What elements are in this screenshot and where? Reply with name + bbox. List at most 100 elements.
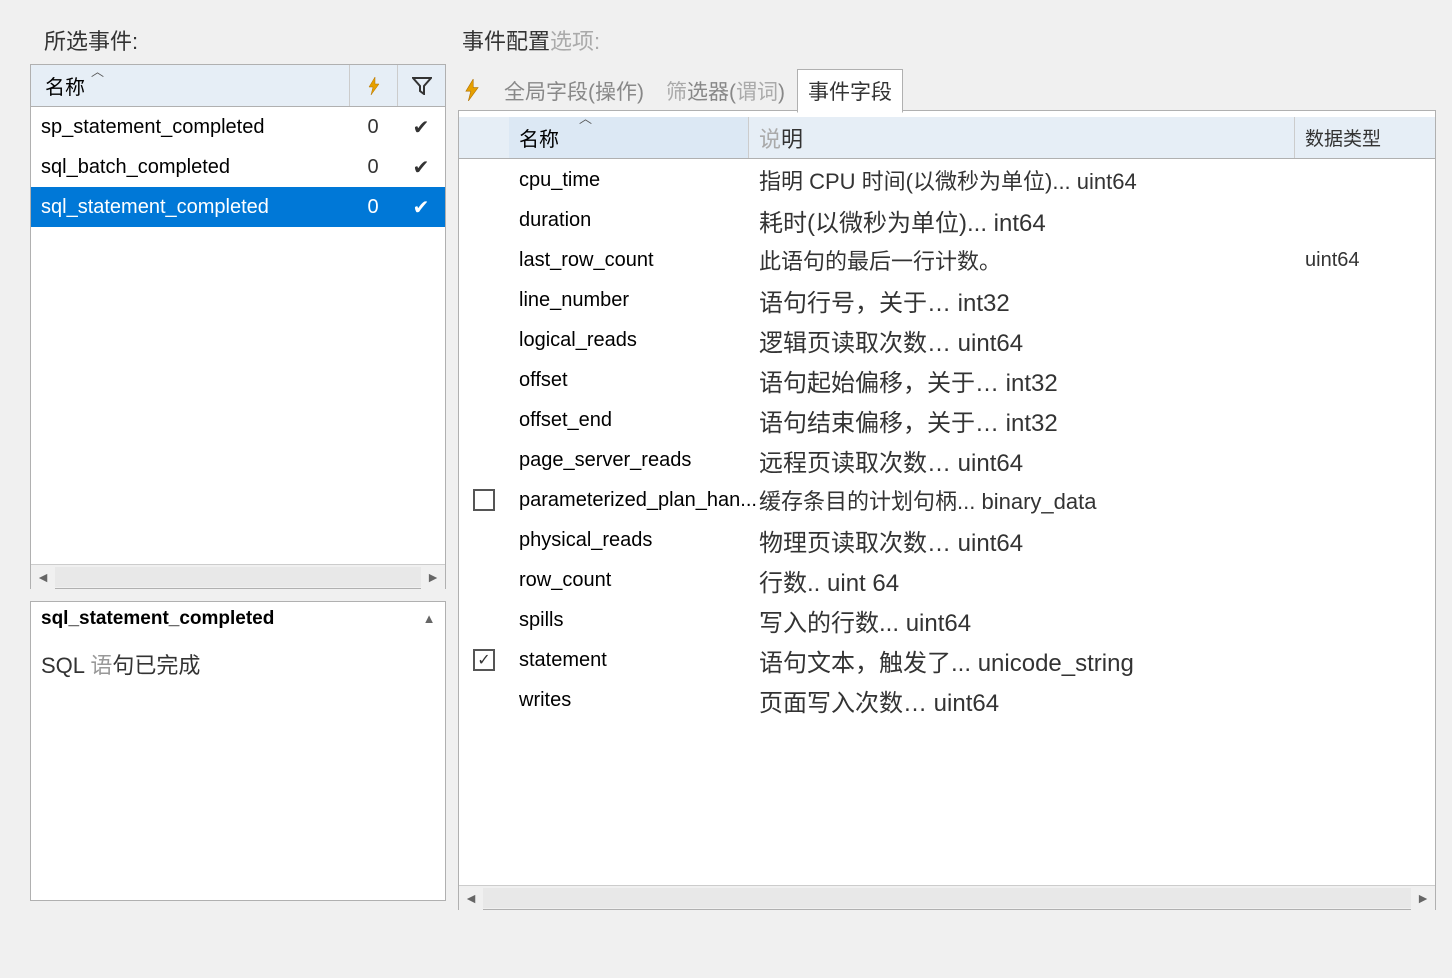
selected-events-title: 所选事件: [44, 24, 446, 56]
scroll-right-icon[interactable]: ► [1411, 886, 1435, 910]
event-count: 0 [349, 116, 397, 139]
field-desc-text: 语句行号，关于… [759, 290, 951, 317]
field-desc: 页面写入次数… uint64 [749, 683, 1295, 718]
tab-filter[interactable]: 筛选器(谓词) [656, 70, 795, 112]
field-name: logical_reads [509, 329, 749, 352]
field-desc: 远程页读取次数… uint64 [749, 443, 1295, 478]
field-desc: 行数.. uint 64 [749, 563, 1295, 598]
event-row[interactable]: sql_batch_completed 0 ✔ [31, 147, 445, 187]
field-row[interactable]: page_server_reads远程页读取次数… uint64 [459, 439, 1435, 479]
field-type-inline: int32 [1006, 370, 1058, 397]
field-name: parameterized_plan_han... [509, 489, 749, 512]
fields-header-desc[interactable]: 说明 [749, 117, 1295, 158]
scroll-up-icon[interactable]: ▲ [417, 606, 441, 630]
field-desc: 语句文本，触发了... unicode_string [749, 643, 1295, 678]
field-type-inline: uint64 [958, 530, 1023, 557]
field-desc: 语句结束偏移，关于… int32 [749, 403, 1295, 438]
field-row[interactable]: parameterized_plan_han...缓存条目的计划句柄... bi… [459, 479, 1435, 519]
field-desc-text: 物理页读取次数… [759, 530, 951, 557]
tab-global-fields[interactable]: 全局字段(操作) [494, 70, 654, 112]
field-checkbox-cell[interactable] [459, 489, 509, 511]
fields-header-name[interactable]: ︿ 名称 [509, 117, 749, 158]
tab-text: 筛 [666, 81, 687, 104]
field-name: physical_reads [509, 529, 749, 552]
fields-hscroll[interactable]: ◄ ► [459, 885, 1435, 909]
field-row[interactable]: line_number语句行号，关于… int32 [459, 279, 1435, 319]
fields-table: ︿ 名称 说明 数据类型 cpu_time指明 CPU 时间(以微秒为单位)..… [458, 110, 1436, 910]
checkbox[interactable] [473, 489, 495, 511]
description-body: SQL 语句已完成 [41, 648, 435, 680]
field-name: offset [509, 369, 749, 392]
field-desc: 此语句的最后一行计数。 [749, 244, 1295, 276]
field-type-inline: int64 [994, 210, 1046, 237]
bolt-icon [366, 77, 382, 95]
field-desc-text: 缓存条目的计划句柄... [759, 489, 975, 514]
field-type-inline: int32 [1006, 410, 1058, 437]
field-name: cpu_time [509, 169, 749, 192]
field-type-inline: uint 64 [827, 570, 899, 597]
events-header-bolt-col[interactable] [349, 65, 397, 106]
field-row[interactable]: writes页面写入次数… uint64 [459, 679, 1435, 719]
field-row[interactable]: offset 语句起始偏移，关于… int32 [459, 359, 1435, 399]
field-desc-text: 写入的行数... [759, 610, 899, 637]
field-name: statement [509, 649, 749, 672]
field-desc: 物理页读取次数… uint64 [749, 523, 1295, 558]
fields-body: cpu_time指明 CPU 时间(以微秒为单位)... uint64durat… [459, 159, 1435, 885]
scroll-left-icon[interactable]: ◄ [31, 565, 55, 589]
checkbox[interactable]: ✓ [473, 649, 495, 671]
event-row[interactable]: sql_statement_completed 0 ✔ [31, 187, 445, 227]
event-description-panel: ▲ sql_statement_completed SQL 语句已完成 [30, 601, 446, 901]
field-row[interactable]: row_count行数.. uint 64 [459, 559, 1435, 599]
events-list: ︿ 名称 sp_statement_completed 0 [30, 64, 446, 589]
field-row[interactable]: offset_end语句结束偏移，关于… int32 [459, 399, 1435, 439]
field-type-inline: uint64 [958, 330, 1023, 357]
events-body: sp_statement_completed 0 ✔ sql_batch_com… [31, 107, 445, 564]
event-row[interactable]: sp_statement_completed 0 ✔ [31, 107, 445, 147]
desc-text: 句已完成 [112, 653, 200, 678]
field-type-inline: unicode_string [978, 650, 1134, 677]
field-desc-text: 远程页读取次数… [759, 450, 951, 477]
title-text: 事件配置 [462, 29, 550, 54]
events-header-filter-col[interactable] [397, 65, 445, 106]
field-row[interactable]: duration耗时(以微秒为单位)... int64 [459, 199, 1435, 239]
event-config-title: 事件配置选项: [462, 24, 1436, 56]
field-row[interactable]: physical_reads物理页读取次数… uint64 [459, 519, 1435, 559]
field-desc-text: 耗时(以微秒为单位)... [759, 210, 987, 237]
desc-text: SQL [41, 653, 90, 678]
field-row[interactable]: last_row_count此语句的最后一行计数。uint64 [459, 239, 1435, 279]
field-desc: 逻辑页读取次数… uint64 [749, 323, 1295, 358]
field-desc-text: 逻辑页读取次数… [759, 330, 951, 357]
field-type-inline: uint64 [934, 690, 999, 717]
tab-event-fields[interactable]: 事件字段 [797, 69, 903, 113]
fields-header-type[interactable]: 数据类型 [1295, 117, 1435, 158]
field-desc-text: 语句起始偏移，关于… [759, 370, 999, 397]
field-desc: 指明 CPU 时间(以微秒为单位)... uint64 [749, 164, 1295, 196]
sort-indicator-icon: ︿ [579, 108, 592, 127]
field-desc: 耗时(以微秒为单位)... int64 [749, 203, 1295, 238]
scroll-right-icon[interactable]: ► [421, 565, 445, 589]
check-icon: ✔ [397, 195, 445, 220]
field-desc: 语句行号，关于… int32 [749, 283, 1295, 318]
description-title: sql_statement_completed [41, 608, 435, 630]
sort-indicator-icon: ︿ [91, 61, 104, 80]
field-row[interactable]: logical_reads逻辑页读取次数… uint64 [459, 319, 1435, 359]
field-row[interactable]: ✓ statement语句文本，触发了... unicode_string [459, 639, 1435, 679]
field-desc-text: 页面写入次数… [759, 690, 927, 717]
field-desc-text: 指明 CPU 时间(以微秒为单位)... [759, 169, 1071, 194]
field-name: row_count [509, 569, 749, 592]
field-row[interactable]: cpu_time指明 CPU 时间(以微秒为单位)... uint64 [459, 159, 1435, 199]
events-hscroll[interactable]: ◄ ► [31, 564, 445, 588]
field-type-inline: uint64 [958, 450, 1023, 477]
header-label: 明 [781, 122, 803, 154]
field-checkbox-cell[interactable]: ✓ [459, 649, 509, 671]
events-header-name[interactable]: ︿ 名称 [31, 71, 349, 100]
field-row[interactable]: spills写入的行数... uint64 [459, 599, 1435, 639]
scroll-track[interactable] [55, 567, 421, 587]
field-name: line_number [509, 289, 749, 312]
field-desc-text: 语句结束偏移，关于… [759, 410, 999, 437]
scroll-left-icon[interactable]: ◄ [459, 886, 483, 910]
field-type-inline: int32 [958, 290, 1010, 317]
field-name: duration [509, 209, 749, 232]
scroll-track[interactable] [483, 888, 1411, 908]
event-name: sql_batch_completed [31, 156, 349, 179]
